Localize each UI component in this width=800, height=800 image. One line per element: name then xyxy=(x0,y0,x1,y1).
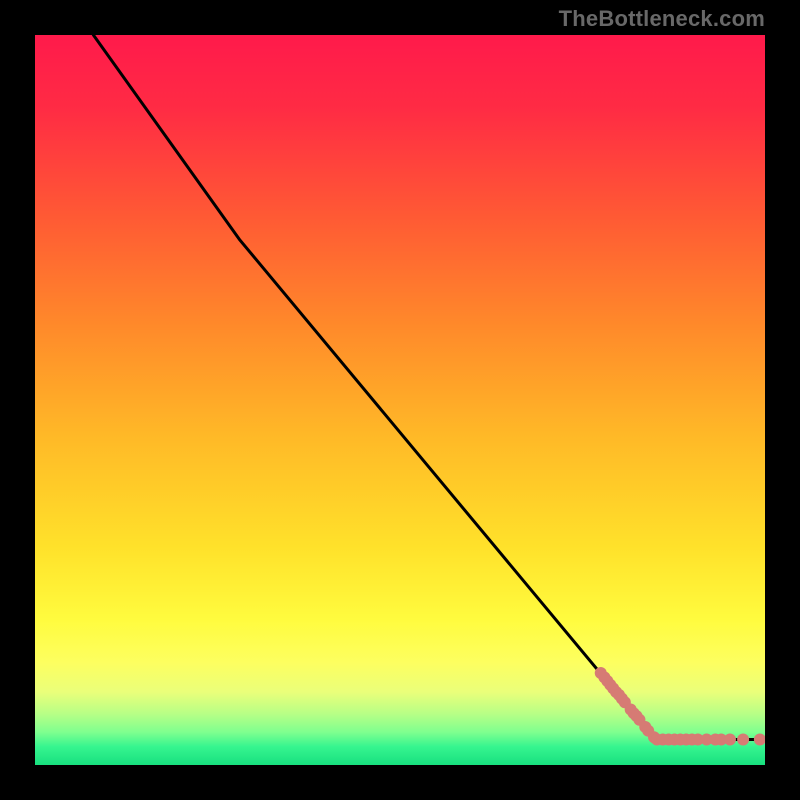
data-point xyxy=(724,733,736,745)
data-point xyxy=(754,733,765,745)
data-point xyxy=(737,733,749,745)
chart-overlay xyxy=(35,35,765,765)
curve-line xyxy=(93,35,765,739)
plot-area xyxy=(35,35,765,765)
watermark-text: TheBottleneck.com xyxy=(559,6,765,32)
chart-frame: TheBottleneck.com xyxy=(0,0,800,800)
